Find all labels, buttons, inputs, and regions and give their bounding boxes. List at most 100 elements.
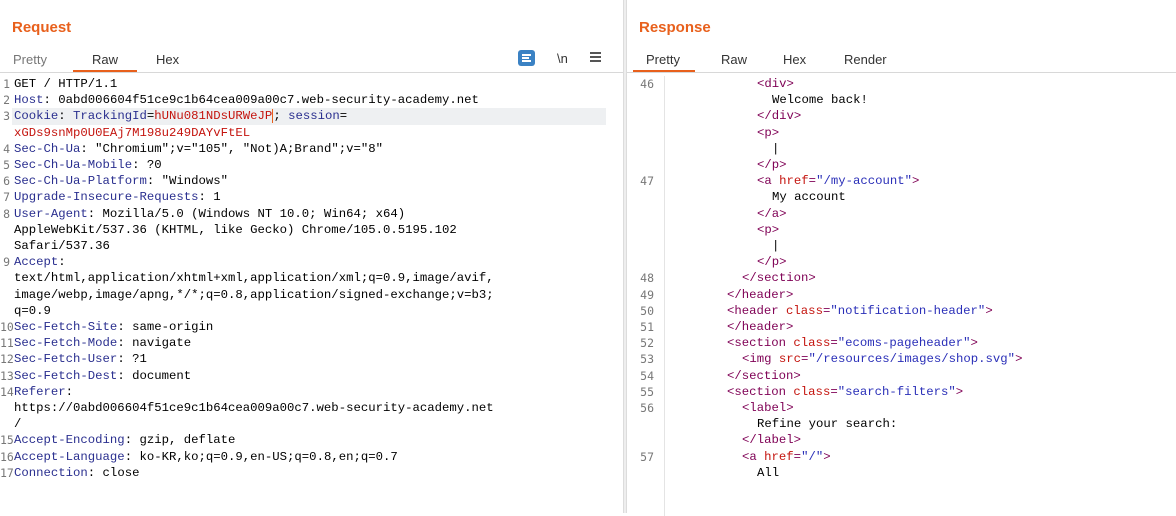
code-token: <a xyxy=(742,449,765,464)
code-token: "/my-account" xyxy=(816,174,912,189)
code-token: = xyxy=(339,109,348,124)
line-number: 4 xyxy=(3,141,10,156)
code-token: Sec-Ch-Ua xyxy=(14,141,81,156)
response-tab-raw[interactable]: Raw xyxy=(721,52,747,67)
code-token: : "Chromium";v="105", "Not)A;Brand";v="8… xyxy=(80,141,383,156)
line-number xyxy=(627,92,654,108)
code-line: Sec-Ch-Ua-Mobile: ?0 xyxy=(14,157,162,173)
line-number xyxy=(627,416,654,432)
code-token: Welcome back! xyxy=(772,93,868,108)
code-token: Referer xyxy=(14,384,66,399)
request-tab-pretty[interactable]: Pretty xyxy=(13,52,47,67)
code-token: </p> xyxy=(757,255,787,270)
code-line: Sec-Ch-Ua-Platform: "Windows" xyxy=(14,173,228,189)
line-number: 3 xyxy=(3,109,10,124)
code-token: / xyxy=(14,417,22,432)
line-number: 57 xyxy=(640,449,654,464)
code-line: Welcome back! xyxy=(772,92,868,108)
code-token: </section> xyxy=(742,271,816,286)
code-line: | xyxy=(772,141,779,157)
code-token: = xyxy=(793,449,802,464)
line-number: 6 xyxy=(3,174,10,189)
line-number: 50 xyxy=(640,303,654,318)
code-token: Upgrade-Insecure-Requests xyxy=(14,190,199,205)
code-token: Sec-Fetch-Site xyxy=(14,320,118,334)
line-number: 53 xyxy=(640,352,654,367)
code-line: </label> xyxy=(742,432,801,448)
code-token: </header> xyxy=(727,320,794,334)
code-token: "notification-header" xyxy=(830,303,986,318)
line-number xyxy=(0,303,10,319)
code-token: <div> xyxy=(757,77,794,91)
code-line: Refine your search: xyxy=(757,416,897,432)
code-token: <p> xyxy=(757,125,780,140)
response-tab-pretty[interactable]: Pretty xyxy=(646,52,680,67)
line-number: 1 xyxy=(3,77,10,91)
line-number: 47 xyxy=(640,174,654,189)
line-number xyxy=(627,465,654,481)
code-line: Cookie: TrackingId = hUNu081NDsURWeJP; ses… xyxy=(14,108,347,124)
code-line: User-Agent: Mozilla/5.0 (Windows NT 10.0… xyxy=(14,206,405,222)
code-line: Upgrade-Insecure-Requests: 1 xyxy=(14,189,221,205)
code-token: User-Agent xyxy=(14,206,88,221)
line-number: 7 xyxy=(3,190,10,205)
line-number xyxy=(0,287,10,303)
code-token: > xyxy=(970,336,978,351)
menu-icon[interactable] xyxy=(590,50,602,64)
response-tab-render[interactable]: Render xyxy=(844,52,887,67)
request-tab-raw[interactable]: Raw xyxy=(92,52,118,67)
code-token: </section> xyxy=(727,368,801,383)
request-tabs-border xyxy=(0,72,623,73)
response-gutter-divider xyxy=(664,76,665,516)
code-token: Sec-Ch-Ua-Mobile xyxy=(14,158,133,172)
code-token: </div> xyxy=(757,109,802,124)
line-number: 10 xyxy=(0,320,14,334)
code-token: "search-filters" xyxy=(837,384,956,399)
line-number xyxy=(0,400,10,416)
code-token: > xyxy=(1015,352,1023,367)
code-token: q=0.9 xyxy=(14,303,51,318)
line-number: 51 xyxy=(640,320,654,334)
request-tab-hex[interactable]: Hex xyxy=(156,52,179,67)
code-line: Accept-Language: ko-KR,ko;q=0.9,en-US;q=… xyxy=(14,449,398,465)
code-token: Accept xyxy=(14,255,59,270)
code-line: <p> xyxy=(757,222,779,238)
code-line: Sec-Fetch-User: ?1 xyxy=(14,351,147,367)
line-number: 54 xyxy=(640,368,654,383)
code-token: </a> xyxy=(757,206,787,221)
code-line: GET / HTTP/1.1 xyxy=(14,76,117,92)
response-tabs: Pretty Raw Hex Render xyxy=(627,48,1176,72)
line-number: 55 xyxy=(640,384,654,399)
code-token: session xyxy=(288,109,340,124)
code-token: </label> xyxy=(742,433,802,448)
code-line: Accept: xyxy=(14,254,66,270)
code-token: : document xyxy=(117,368,192,383)
line-number: 12 xyxy=(0,352,14,367)
code-token: AppleWebKit/537.36 (KHTML, like Gecko) C… xyxy=(14,222,457,237)
code-line: <div> xyxy=(757,76,794,92)
line-number: 15 xyxy=(0,433,14,448)
line-number: 17 xyxy=(0,465,14,480)
code-token: GET / HTTP/1.1 xyxy=(14,77,118,91)
line-number xyxy=(627,157,654,173)
code-token: "/" xyxy=(801,449,824,464)
response-tab-hex[interactable]: Hex xyxy=(783,52,806,67)
pretty-print-button[interactable] xyxy=(518,50,535,66)
line-number xyxy=(627,206,654,222)
line-number: 11 xyxy=(0,336,14,351)
code-token: : 1 xyxy=(198,190,221,205)
line-number xyxy=(0,416,10,432)
code-token: class xyxy=(793,336,831,351)
code-token: | xyxy=(772,141,780,156)
code-token: TrackingId xyxy=(73,109,147,124)
code-line: q=0.9 xyxy=(14,303,51,319)
line-number xyxy=(627,108,654,124)
newline-toggle-button[interactable]: \n xyxy=(557,51,568,66)
code-token: hUNu081NDsURWeJP xyxy=(154,109,273,124)
code-token: Cookie xyxy=(14,109,59,124)
code-token: xGDs9snMp0U0EAj7M198u249DAYvFtEL xyxy=(14,125,251,140)
code-line: <a href="/"> xyxy=(742,449,831,465)
line-number: 48 xyxy=(640,271,654,286)
line-number xyxy=(0,270,10,286)
code-token: </p> xyxy=(757,158,787,172)
